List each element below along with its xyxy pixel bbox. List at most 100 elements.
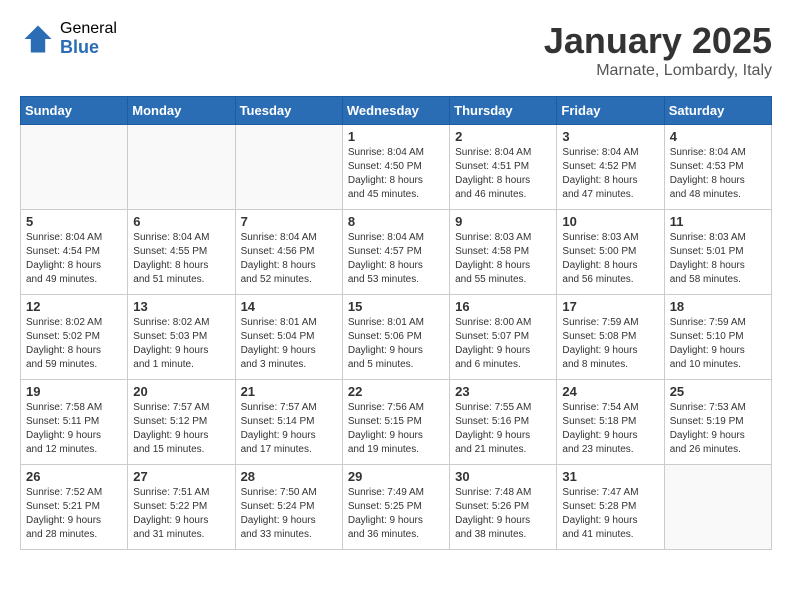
day-number: 2 — [455, 129, 551, 144]
day-info: Sunrise: 7:58 AM Sunset: 5:11 PM Dayligh… — [26, 401, 122, 457]
day-number: 24 — [562, 384, 658, 399]
day-info: Sunrise: 7:52 AM Sunset: 5:21 PM Dayligh… — [26, 486, 122, 542]
day-number: 23 — [455, 384, 551, 399]
day-number: 13 — [133, 299, 229, 314]
day-cell: 23 Sunrise: 7:55 AM Sunset: 5:16 PM Dayli… — [450, 380, 557, 465]
weekday-header-thursday: Thursday — [450, 97, 557, 125]
day-number: 1 — [348, 129, 444, 144]
day-number: 14 — [241, 299, 337, 314]
day-cell: 16 Sunrise: 8:00 AM Sunset: 5:07 PM Dayli… — [450, 295, 557, 380]
day-cell: 2Sunrise: 8:04 AM Sunset: 4:51 PM Daylig… — [450, 125, 557, 210]
day-cell: 31Sunrise: 7:47 AM Sunset: 5:28 PM Dayli… — [557, 465, 664, 550]
day-number: 17 — [562, 299, 658, 314]
day-info: Sunrise: 7:51 AM Sunset: 5:22 PM Dayligh… — [133, 486, 229, 542]
weekday-header-wednesday: Wednesday — [342, 97, 449, 125]
day-info: Sunrise: 8:04 AM Sunset: 4:57 PM Dayligh… — [348, 231, 444, 287]
week-row-2: 5 Sunrise: 8:04 AM Sunset: 4:54 PM Daylig… — [21, 210, 772, 295]
day-info: Sunrise: 8:04 AM Sunset: 4:50 PM Dayligh… — [348, 146, 444, 202]
day-info: Sunrise: 8:04 AM Sunset: 4:53 PM Dayligh… — [670, 146, 766, 202]
day-number: 15 — [348, 299, 444, 314]
day-cell — [235, 125, 342, 210]
day-cell — [664, 465, 771, 550]
day-info: Sunrise: 8:02 AM Sunset: 5:02 PM Dayligh… — [26, 316, 122, 372]
day-number: 28 — [241, 469, 337, 484]
day-cell — [128, 125, 235, 210]
day-number: 3 — [562, 129, 658, 144]
day-number: 30 — [455, 469, 551, 484]
day-cell: 28Sunrise: 7:50 AM Sunset: 5:24 PM Dayli… — [235, 465, 342, 550]
logo-general: General — [60, 20, 117, 38]
day-info: Sunrise: 8:02 AM Sunset: 5:03 PM Dayligh… — [133, 316, 229, 372]
day-number: 19 — [26, 384, 122, 399]
calendar-table: SundayMondayTuesdayWednesdayThursdayFrid… — [20, 96, 772, 550]
day-info: Sunrise: 8:03 AM Sunset: 4:58 PM Dayligh… — [455, 231, 551, 287]
day-number: 7 — [241, 214, 337, 229]
day-cell: 22 Sunrise: 7:56 AM Sunset: 5:15 PM Dayli… — [342, 380, 449, 465]
day-cell — [21, 125, 128, 210]
day-number: 20 — [133, 384, 229, 399]
day-number: 22 — [348, 384, 444, 399]
weekday-header-saturday: Saturday — [664, 97, 771, 125]
day-cell: 25 Sunrise: 7:53 AM Sunset: 5:19 PM Dayli… — [664, 380, 771, 465]
day-cell: 11Sunrise: 8:03 AM Sunset: 5:01 PM Dayli… — [664, 210, 771, 295]
day-info: Sunrise: 7:54 AM Sunset: 5:18 PM Dayligh… — [562, 401, 658, 457]
day-cell: 5 Sunrise: 8:04 AM Sunset: 4:54 PM Daylig… — [21, 210, 128, 295]
day-number: 27 — [133, 469, 229, 484]
day-number: 9 — [455, 214, 551, 229]
day-cell: 24 Sunrise: 7:54 AM Sunset: 5:18 PM Dayli… — [557, 380, 664, 465]
calendar-subtitle: Marnate, Lombardy, Italy — [544, 62, 772, 80]
logo-text: General Blue — [60, 20, 117, 57]
day-number: 6 — [133, 214, 229, 229]
day-info: Sunrise: 8:04 AM Sunset: 4:52 PM Dayligh… — [562, 146, 658, 202]
day-info: Sunrise: 7:53 AM Sunset: 5:19 PM Dayligh… — [670, 401, 766, 457]
day-info: Sunrise: 8:04 AM Sunset: 4:56 PM Dayligh… — [241, 231, 337, 287]
day-info: Sunrise: 8:04 AM Sunset: 4:55 PM Dayligh… — [133, 231, 229, 287]
logo: General Blue — [20, 20, 117, 57]
day-cell: 8 Sunrise: 8:04 AM Sunset: 4:57 PM Daylig… — [342, 210, 449, 295]
day-number: 5 — [26, 214, 122, 229]
day-cell: 12 Sunrise: 8:02 AM Sunset: 5:02 PM Dayli… — [21, 295, 128, 380]
day-number: 21 — [241, 384, 337, 399]
weekday-header-row: SundayMondayTuesdayWednesdayThursdayFrid… — [21, 97, 772, 125]
day-info: Sunrise: 7:47 AM Sunset: 5:28 PM Dayligh… — [562, 486, 658, 542]
day-cell: 6 Sunrise: 8:04 AM Sunset: 4:55 PM Daylig… — [128, 210, 235, 295]
calendar-title: January 2025 — [544, 20, 772, 62]
week-row-5: 26 Sunrise: 7:52 AM Sunset: 5:21 PM Dayli… — [21, 465, 772, 550]
day-info: Sunrise: 7:59 AM Sunset: 5:08 PM Dayligh… — [562, 316, 658, 372]
day-cell: 20Sunrise: 7:57 AM Sunset: 5:12 PM Dayli… — [128, 380, 235, 465]
day-info: Sunrise: 8:03 AM Sunset: 5:00 PM Dayligh… — [562, 231, 658, 287]
day-info: Sunrise: 7:49 AM Sunset: 5:25 PM Dayligh… — [348, 486, 444, 542]
day-number: 16 — [455, 299, 551, 314]
day-number: 8 — [348, 214, 444, 229]
day-number: 25 — [670, 384, 766, 399]
day-info: Sunrise: 8:01 AM Sunset: 5:06 PM Dayligh… — [348, 316, 444, 372]
day-cell: 19 Sunrise: 7:58 AM Sunset: 5:11 PM Dayli… — [21, 380, 128, 465]
day-cell: 27 Sunrise: 7:51 AM Sunset: 5:22 PM Dayli… — [128, 465, 235, 550]
day-cell: 15 Sunrise: 8:01 AM Sunset: 5:06 PM Dayli… — [342, 295, 449, 380]
day-info: Sunrise: 7:59 AM Sunset: 5:10 PM Dayligh… — [670, 316, 766, 372]
day-info: Sunrise: 8:03 AM Sunset: 5:01 PM Dayligh… — [670, 231, 766, 287]
weekday-header-sunday: Sunday — [21, 97, 128, 125]
day-number: 26 — [26, 469, 122, 484]
day-info: Sunrise: 8:04 AM Sunset: 4:54 PM Dayligh… — [26, 231, 122, 287]
title-block: January 2025 Marnate, Lombardy, Italy — [544, 20, 772, 80]
day-cell: 13 Sunrise: 8:02 AM Sunset: 5:03 PM Dayli… — [128, 295, 235, 380]
day-cell: 1 Sunrise: 8:04 AM Sunset: 4:50 PM Daylig… — [342, 125, 449, 210]
week-row-1: 1 Sunrise: 8:04 AM Sunset: 4:50 PM Daylig… — [21, 125, 772, 210]
day-number: 12 — [26, 299, 122, 314]
week-row-3: 12 Sunrise: 8:02 AM Sunset: 5:02 PM Dayli… — [21, 295, 772, 380]
day-number: 18 — [670, 299, 766, 314]
day-cell: 29Sunrise: 7:49 AM Sunset: 5:25 PM Dayli… — [342, 465, 449, 550]
day-info: Sunrise: 7:55 AM Sunset: 5:16 PM Dayligh… — [455, 401, 551, 457]
day-info: Sunrise: 7:57 AM Sunset: 5:14 PM Dayligh… — [241, 401, 337, 457]
weekday-header-tuesday: Tuesday — [235, 97, 342, 125]
day-cell: 9 Sunrise: 8:03 AM Sunset: 4:58 PM Daylig… — [450, 210, 557, 295]
day-cell: 7 Sunrise: 8:04 AM Sunset: 4:56 PM Daylig… — [235, 210, 342, 295]
day-cell: 10Sunrise: 8:03 AM Sunset: 5:00 PM Dayli… — [557, 210, 664, 295]
day-cell: 30Sunrise: 7:48 AM Sunset: 5:26 PM Dayli… — [450, 465, 557, 550]
day-cell: 17 Sunrise: 7:59 AM Sunset: 5:08 PM Dayli… — [557, 295, 664, 380]
day-info: Sunrise: 7:56 AM Sunset: 5:15 PM Dayligh… — [348, 401, 444, 457]
day-info: Sunrise: 8:00 AM Sunset: 5:07 PM Dayligh… — [455, 316, 551, 372]
weekday-header-friday: Friday — [557, 97, 664, 125]
day-cell: 18 Sunrise: 7:59 AM Sunset: 5:10 PM Dayli… — [664, 295, 771, 380]
